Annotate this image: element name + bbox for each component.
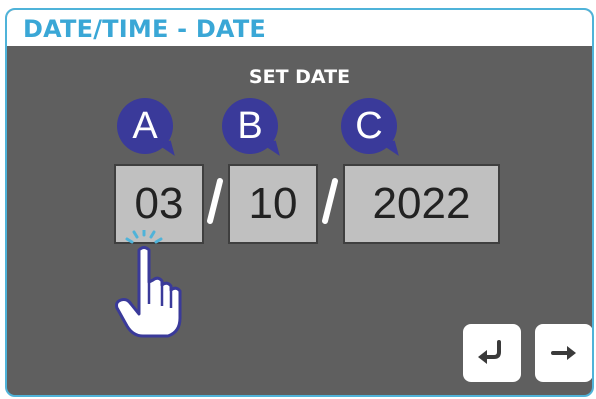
window-title: DATE/TIME - DATE (23, 15, 267, 43)
title-bar: DATE/TIME - DATE (7, 10, 592, 46)
month-field[interactable]: 10 (228, 164, 318, 244)
tap-hand-icon (115, 230, 182, 338)
set-date-label: SET DATE (248, 66, 351, 88)
right-arrow-icon (551, 346, 576, 360)
date-separator (207, 178, 223, 224)
badge-year: C (341, 98, 397, 154)
badge-day: A (117, 98, 173, 154)
next-button[interactable] (535, 324, 592, 382)
date-separator (322, 178, 338, 224)
date-time-panel: DATE/TIME - DATE SET DATE A B C 03 10 20… (5, 8, 594, 397)
back-button[interactable] (463, 324, 521, 382)
badge-month: B (222, 98, 278, 154)
return-arrow-icon (478, 340, 501, 364)
year-field[interactable]: 2022 (343, 164, 500, 244)
